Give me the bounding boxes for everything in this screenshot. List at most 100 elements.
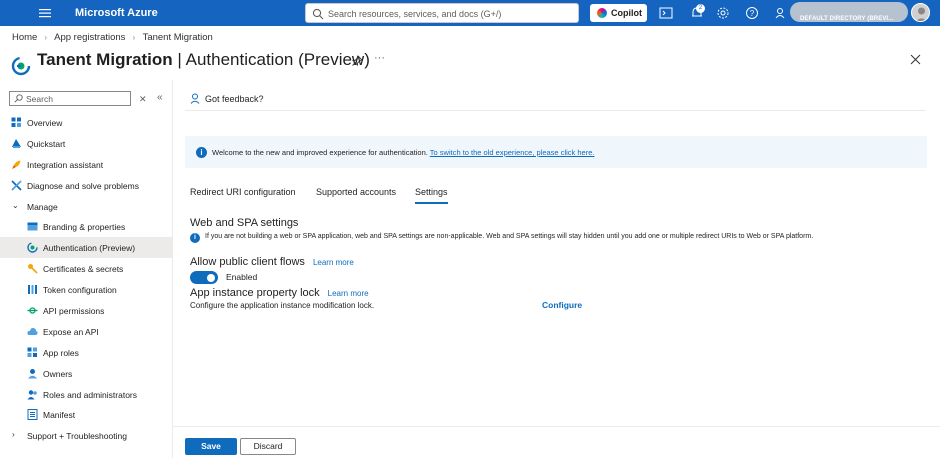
- page-title-app: Tanent Migration: [37, 50, 173, 69]
- banner-text: Welcome to the new and improved experien…: [212, 148, 594, 157]
- feedback-label: Got feedback?: [205, 94, 264, 104]
- key-icon: [28, 264, 38, 274]
- sidebar-item-manifest[interactable]: Manifest: [0, 404, 172, 425]
- tab-supported-accounts[interactable]: Supported accounts: [316, 187, 396, 202]
- sidebar-item-label: Token configuration: [43, 285, 117, 296]
- sidebar-item-label: Overview: [27, 118, 63, 128]
- breadcrumb-separator: ›: [132, 33, 136, 42]
- cloud-shell-icon[interactable]: [659, 6, 673, 20]
- sidebar-nav: Overview Quickstart Integration assistan…: [0, 112, 172, 446]
- got-feedback-button[interactable]: Got feedback?: [190, 93, 264, 104]
- sidebar-item-overview[interactable]: Overview: [0, 112, 172, 133]
- info-icon: i: [196, 147, 207, 158]
- sidebar-item-token-configuration[interactable]: Token configuration: [0, 279, 172, 300]
- search-placeholder: Search resources, services, and docs (G+…: [328, 9, 502, 19]
- collapse-sidebar-icon[interactable]: «: [157, 92, 163, 103]
- sidebar-item-quickstart[interactable]: Quickstart: [0, 133, 172, 154]
- api-permissions-icon: [27, 307, 38, 314]
- breadcrumb: Home › App registrations › Tanent Migratio…: [12, 32, 217, 43]
- brand-name[interactable]: Microsoft Azure: [75, 7, 158, 19]
- sidebar-item-api-permissions[interactable]: API permissions: [0, 300, 172, 321]
- discard-button[interactable]: Discard: [240, 438, 296, 455]
- token-icon: [28, 285, 37, 295]
- toggle-knob: [207, 273, 215, 282]
- sidebar-item-app-roles[interactable]: App roles: [0, 342, 172, 363]
- banner-message: Welcome to the new and improved experien…: [212, 148, 428, 157]
- learn-more-link[interactable]: Learn more: [328, 289, 369, 298]
- app-registration-icon: [11, 56, 31, 76]
- page-title-section: | Authentication (Preview): [172, 50, 370, 69]
- sidebar-search-input[interactable]: Search: [9, 91, 131, 106]
- public-client-flows-toggle[interactable]: [190, 271, 218, 284]
- sidebar-item-label: Integration assistant: [27, 159, 104, 170]
- directory-label: DEFAULT DIRECTORY (BREVI...: [800, 16, 894, 22]
- public-client-flows-title: Allow public client flows: [190, 256, 305, 268]
- search-icon: [312, 8, 324, 20]
- sidebar-item-owners[interactable]: Owners: [0, 363, 172, 384]
- sidebar-search-placeholder: Search: [26, 94, 53, 104]
- sidebar-item-certificates[interactable]: Certificates & secrets: [0, 258, 172, 279]
- wrench-icon: [11, 180, 22, 191]
- sidebar-group-manage[interactable]: ⌄ Manage: [0, 196, 172, 217]
- chevron-down-icon: ⌄: [12, 200, 19, 210]
- cloud-icon: [27, 327, 38, 335]
- sidebar-item-label: Quickstart: [27, 138, 66, 149]
- top-bar: Microsoft Azure Search resources, servic…: [0, 0, 940, 26]
- svg-text:?: ?: [750, 9, 755, 18]
- sidebar-item-roles-administrators[interactable]: Roles and administrators: [0, 384, 172, 405]
- feedback-icon: [190, 93, 200, 104]
- sidebar-item-authentication[interactable]: Authentication (Preview): [0, 237, 172, 259]
- spa-settings-info: i If you are not building a web or SPA ap…: [190, 233, 813, 243]
- chevron-right-icon: ›: [12, 430, 15, 440]
- sidebar-group-label: Support + Troubleshooting: [27, 431, 127, 442]
- learn-more-link[interactable]: Learn more: [313, 258, 354, 267]
- property-lock-title: App instance property lock: [190, 287, 320, 299]
- feedback-icon[interactable]: [774, 6, 788, 20]
- menu-icon[interactable]: [38, 6, 52, 20]
- old-experience-link[interactable]: To switch to the old experience, please …: [430, 148, 595, 157]
- toggle-label: Enabled: [226, 272, 258, 282]
- configure-link[interactable]: Configure: [542, 300, 582, 310]
- sidebar-item-label: Roles and administrators: [43, 389, 138, 400]
- sidebar-item-branding[interactable]: Branding & properties: [0, 216, 172, 237]
- spa-settings-heading: Web and SPA settings: [190, 217, 299, 229]
- authentication-icon: [27, 242, 38, 254]
- more-options-icon[interactable]: ···: [374, 52, 385, 64]
- help-icon[interactable]: ?: [745, 6, 759, 20]
- sidebar-item-diagnose[interactable]: Diagnose and solve problems: [0, 175, 172, 196]
- sidebar-item-label: Owners: [43, 368, 73, 379]
- avatar[interactable]: [911, 3, 930, 22]
- sidebar-divider: [172, 80, 173, 458]
- quickstart-icon: [12, 138, 21, 148]
- roles-icon: [27, 389, 37, 400]
- breadcrumb-home[interactable]: Home: [12, 32, 37, 43]
- divider: [185, 110, 926, 111]
- tab-redirect-uri[interactable]: Redirect URI configuration: [190, 187, 296, 202]
- clear-search-icon[interactable]: ✕: [139, 94, 147, 105]
- sidebar-item-label: Expose an API: [43, 326, 99, 337]
- tab-settings[interactable]: Settings: [415, 187, 448, 204]
- copilot-button[interactable]: Copilot: [590, 4, 647, 22]
- close-icon[interactable]: [910, 54, 921, 65]
- search-icon: [14, 94, 23, 103]
- save-button[interactable]: Save: [185, 438, 237, 455]
- public-client-flows-heading: Allow public client flows Learn more: [190, 256, 354, 268]
- sidebar-group-label: Manage: [27, 201, 58, 212]
- info-banner: i Welcome to the new and improved experi…: [185, 136, 927, 168]
- notification-badge: 2: [696, 4, 705, 13]
- breadcrumb-current[interactable]: Tanent Migration: [143, 32, 213, 43]
- sidebar-group-support[interactable]: › Support + Troubleshooting: [0, 425, 172, 446]
- spa-info-text: If you are not building a web or SPA app…: [205, 233, 814, 240]
- property-lock-heading: App instance property lock Learn more: [190, 287, 369, 299]
- sidebar-item-integration-assistant[interactable]: Integration assistant: [0, 154, 172, 175]
- sidebar-item-expose-api[interactable]: Expose an API: [0, 321, 172, 342]
- breadcrumb-app-registrations[interactable]: App registrations: [54, 32, 125, 43]
- sidebar-item-label: Branding & properties: [43, 222, 126, 233]
- gear-icon[interactable]: [716, 6, 730, 20]
- owners-icon: [28, 368, 37, 379]
- global-search-input[interactable]: Search resources, services, and docs (G+…: [305, 3, 579, 23]
- overview-icon: [11, 117, 21, 127]
- rocket-icon: [12, 160, 21, 169]
- pin-icon[interactable]: [352, 55, 363, 66]
- sidebar-item-label: App roles: [43, 347, 79, 358]
